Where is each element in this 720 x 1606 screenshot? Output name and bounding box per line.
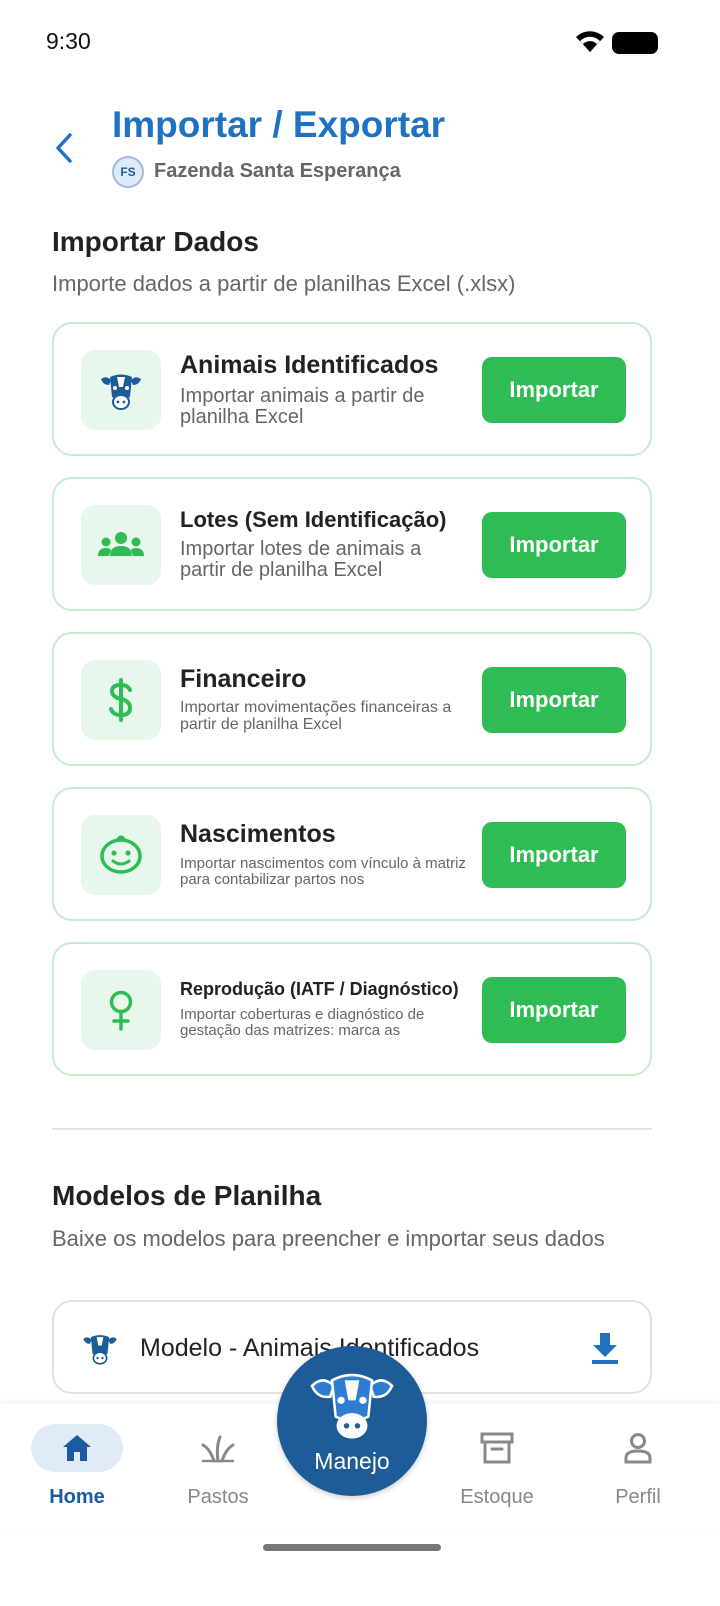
import-lotes-button[interactable]: Importar [482,512,626,578]
import-section-subtitle: Importe dados a partir de planilhas Exce… [52,271,516,296]
import-card-reproducao: Reprodução (IATF / Diagnóstico) Importar… [52,942,652,1076]
import-card-animais: Animais Identificados Importar animais a… [52,322,652,456]
card-title: Lotes (Sem Identificação) [180,507,447,532]
cow-icon [310,1373,394,1439]
farm-name: Fazenda Santa Esperança [154,160,401,182]
card-icon-box [81,660,161,740]
manejo-button[interactable]: Manejo [277,1346,427,1496]
card-description: Importar lotes de animais a partir de pl… [180,539,422,581]
import-nascimentos-button[interactable]: Importar [482,822,626,888]
baby-face-icon [100,835,142,874]
nav-item-estoque[interactable]: Estoque [451,1404,543,1528]
cow-icon [83,1335,117,1365]
download-icon[interactable] [588,1330,622,1366]
card-title: Financeiro [180,665,307,693]
section-divider [52,1128,652,1130]
card-icon-box [81,505,161,585]
nav-item-home[interactable]: Home [31,1404,123,1528]
nav-label-pastos: Pastos [187,1486,249,1508]
card-title: Reprodução (IATF / Diagnóstico) [180,979,459,999]
nav-item-pastos[interactable]: Pastos [172,1404,264,1528]
page-title: Importar / Exportar [112,104,446,145]
farm-avatar: FS [112,156,144,188]
back-button[interactable] [46,130,82,166]
cow-icon [101,374,141,410]
card-title: Nascimentos [180,820,336,848]
card-icon-box [81,815,161,895]
grass-icon [201,1435,235,1463]
card-description: Importar movimentações financeiras a par… [180,699,452,733]
import-reproducao-button[interactable]: Importar [482,977,626,1043]
status-bar: 9:30 [0,0,720,86]
archive-icon [480,1432,514,1464]
home-icon [63,1435,91,1461]
nav-label-manejo: Manejo [314,1448,390,1474]
header: Importar / Exportar FS Fazenda Santa Esp… [0,100,720,200]
card-description: Importar animais a partir de planilha Ex… [180,385,425,428]
wifi-icon [576,31,604,52]
import-card-financeiro: Financeiro Importar movimentações financ… [52,632,652,766]
nav-label-home: Home [49,1486,105,1508]
import-animais-button[interactable]: Importar [482,357,626,423]
nav-item-perfil[interactable]: Perfil [592,1404,684,1528]
import-card-nascimentos: Nascimentos Importar nascimentos com vín… [52,787,652,921]
nav-label-estoque: Estoque [460,1486,534,1508]
battery-icon [612,32,658,54]
person-icon [624,1433,652,1464]
card-description: Importar coberturas e diagnóstico de ges… [180,1007,425,1039]
chevron-left-icon [56,133,72,163]
group-icon [98,532,144,556]
templates-section-subtitle: Baixe os modelos para preencher e import… [52,1226,605,1251]
dollar-icon [109,678,133,722]
import-section-title: Importar Dados [52,226,259,257]
templates-section-title: Modelos de Planilha [52,1180,322,1211]
card-title: Animais Identificados [180,350,439,379]
nav-label-perfil: Perfil [615,1486,661,1508]
home-indicator [263,1544,441,1551]
card-icon-box [81,970,161,1050]
import-financeiro-button[interactable]: Importar [482,667,626,733]
card-icon-box [81,350,161,430]
status-time: 9:30 [46,28,91,54]
female-icon [109,990,133,1031]
import-card-lotes: Lotes (Sem Identificação) Importar lotes… [52,477,652,611]
card-description: Importar nascimentos com vínculo à matri… [180,856,466,888]
